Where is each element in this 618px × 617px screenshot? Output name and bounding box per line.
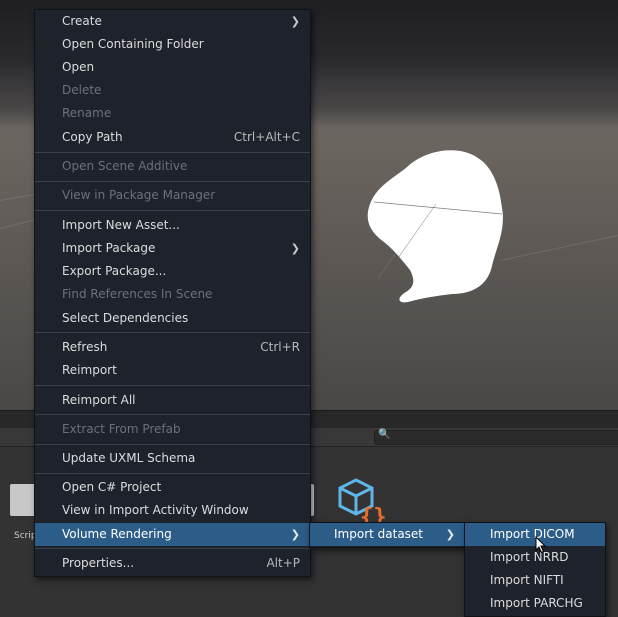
menu-item-properties[interactable]: Properties... Alt+P: [35, 552, 310, 575]
menu-item-reimport[interactable]: Reimport: [35, 359, 310, 382]
search-icon: 🔍: [378, 429, 391, 440]
menu-item-find-references-in-scene: Find References In Scene: [62, 287, 213, 301]
menu-item-volume-rendering[interactable]: Volume Rendering ❯: [35, 523, 310, 546]
search-input[interactable]: 🔍: [374, 429, 618, 445]
menu-item-refresh[interactable]: Refresh Ctrl+R: [35, 336, 310, 359]
shortcut-label: Ctrl+Alt+C: [233, 130, 300, 144]
menu-item-reimport-all[interactable]: Reimport All: [35, 389, 310, 412]
menu-item-create[interactable]: Create ❯: [35, 10, 310, 33]
menu-item-export-package[interactable]: Export Package...: [35, 260, 310, 283]
volume-render-object[interactable]: [366, 146, 506, 304]
volume-rendering-submenu: Import dataset ❯: [309, 522, 466, 548]
shortcut-label: Ctrl+R: [260, 340, 300, 354]
menu-item-view-in-package-manager: View in Package Manager: [62, 188, 216, 202]
menu-item-delete: Delete: [62, 83, 102, 97]
menu-separator: [35, 210, 310, 211]
menu-item-import-package[interactable]: Import Package ❯: [35, 237, 310, 260]
script-asset-icon[interactable]: {}: [334, 478, 386, 526]
menu-separator: [35, 385, 310, 386]
menu-item-import-parchg[interactable]: Import PARCHG: [465, 592, 605, 615]
menu-item-open-containing-folder[interactable]: Open Containing Folder: [35, 33, 310, 56]
chevron-right-icon: ❯: [290, 242, 300, 255]
menu-item-copy-path[interactable]: Copy Path Ctrl+Alt+C: [35, 126, 310, 149]
menu-item-open-scene-additive: Open Scene Additive: [62, 159, 188, 173]
menu-item-update-uxml-schema[interactable]: Update UXML Schema: [35, 447, 310, 470]
menu-separator: [35, 444, 310, 445]
chevron-right-icon: ❯: [445, 528, 455, 541]
chevron-right-icon: ❯: [290, 528, 300, 541]
menu-item-extract-from-prefab: Extract From Prefab: [62, 422, 181, 436]
menu-separator: [35, 332, 310, 333]
grid-line: [500, 230, 618, 261]
menu-item-select-dependencies[interactable]: Select Dependencies: [35, 307, 310, 330]
menu-separator: [35, 181, 310, 182]
menu-item-import-dataset[interactable]: Import dataset ❯: [310, 523, 465, 546]
context-menu: Create ❯ Open Containing Folder Open Dele…: [34, 9, 311, 577]
menu-separator: [35, 152, 310, 153]
menu-item-view-in-import-activity-window[interactable]: View in Import Activity Window: [35, 499, 310, 522]
menu-item-open-csharp-project[interactable]: Open C# Project: [35, 476, 310, 499]
chevron-right-icon: ❯: [290, 15, 300, 28]
menu-separator: [35, 414, 310, 415]
menu-item-import-nifti[interactable]: Import NIFTI: [465, 569, 605, 592]
menu-item-import-new-asset[interactable]: Import New Asset...: [35, 214, 310, 237]
menu-item-open[interactable]: Open: [35, 56, 310, 79]
mouse-cursor-icon: [535, 536, 547, 554]
menu-separator: [35, 548, 310, 549]
menu-separator: [35, 473, 310, 474]
menu-item-rename: Rename: [62, 106, 112, 120]
shortcut-label: Alt+P: [266, 556, 300, 570]
